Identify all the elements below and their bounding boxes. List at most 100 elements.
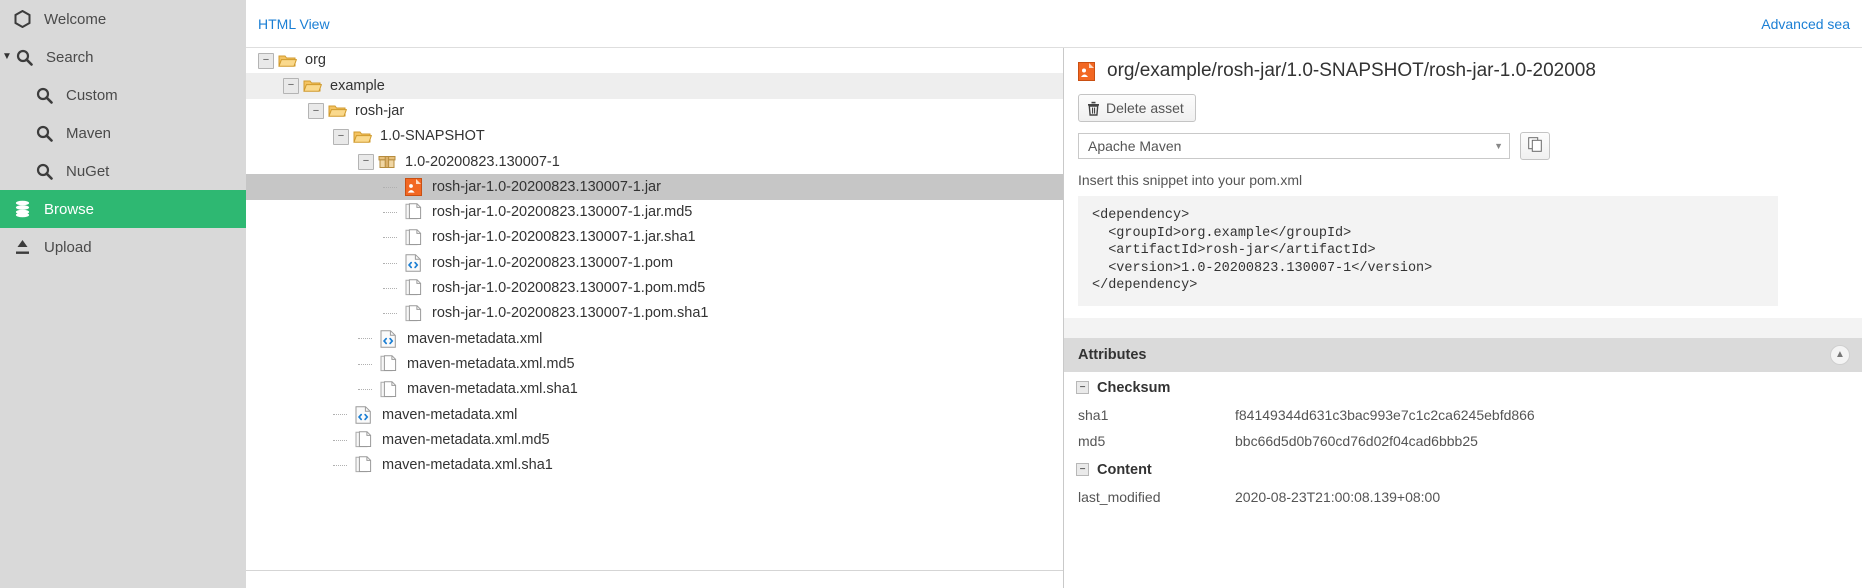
tree-row-label: maven-metadata.xml.sha1 — [407, 381, 578, 398]
asset-title-row: org/example/rosh-jar/1.0-SNAPSHOT/rosh-j… — [1064, 48, 1862, 90]
chevron-down-icon[interactable]: ▼ — [2, 52, 16, 62]
tree-folder-row[interactable]: − 1.0-20200823.130007-1 — [246, 149, 1063, 174]
tree-file-row[interactable]: rosh-jar-1.0-20200823.130007-1.jar.sha1 — [246, 225, 1063, 250]
group-collapse-toggle[interactable]: − — [1076, 381, 1089, 394]
tree-row-label: maven-metadata.xml — [407, 330, 543, 347]
tree-row-label: rosh-jar — [355, 102, 405, 119]
group-collapse-toggle[interactable]: − — [1076, 463, 1089, 476]
file-icon — [405, 203, 425, 221]
attribute-row: last_modified 2020-08-23T21:00:08.139+08:… — [1064, 484, 1862, 510]
copy-snippet-button[interactable] — [1520, 132, 1550, 160]
tree-collapse-toggle[interactable]: − — [308, 103, 324, 120]
tree-row-label: rosh-jar-1.0-20200823.130007-1.jar.sha1 — [432, 229, 696, 246]
tree-row-label: rosh-jar-1.0-20200823.130007-1.jar — [432, 178, 661, 195]
delete-asset-button[interactable]: Delete asset — [1078, 94, 1196, 122]
tree-connector — [383, 262, 397, 264]
attribute-key: md5 — [1078, 432, 1106, 449]
pom-snippet-code[interactable]: <dependency> <groupId>org.example</group… — [1078, 196, 1778, 306]
chevron-up-icon[interactable]: ▲ — [1830, 344, 1850, 365]
nexus-repository-browse-page: Welcome ▼ Search Custom Maven NuGet Browse Uplo… — [0, 0, 1862, 588]
advanced-search-link[interactable]: Advanced sea — [1761, 16, 1850, 32]
jar-icon — [1078, 61, 1098, 81]
tree-collapse-toggle[interactable]: − — [283, 77, 299, 94]
search-icon — [16, 49, 42, 66]
xml-icon — [405, 254, 425, 272]
folder-open-icon — [353, 128, 373, 146]
tree-file-row[interactable]: maven-metadata.xml.sha1 — [246, 453, 1063, 478]
xml-icon — [380, 330, 400, 348]
sidebar-item-custom[interactable]: Custom — [0, 76, 246, 114]
hexagon-icon — [14, 10, 40, 28]
sidebar-item-welcome[interactable]: Welcome — [0, 0, 246, 38]
tree-row-label: org — [305, 52, 326, 69]
file-icon — [405, 279, 425, 297]
folder-open-icon — [303, 77, 323, 95]
tree-collapse-toggle[interactable]: − — [333, 128, 349, 145]
tree-file-row[interactable]: maven-metadata.xml — [246, 402, 1063, 427]
attribute-group-header[interactable]: − Checksum — [1064, 372, 1862, 402]
search-icon — [36, 87, 62, 104]
tree-file-row[interactable]: rosh-jar-1.0-20200823.130007-1.pom — [246, 250, 1063, 275]
tree-folder-row[interactable]: − 1.0-SNAPSHOT — [246, 124, 1063, 149]
format-select[interactable]: Apache Maven ▼ — [1078, 133, 1510, 159]
tree-file-row[interactable]: rosh-jar-1.0-20200823.130007-1.pom.sha1 — [246, 301, 1063, 326]
tree-file-row[interactable]: rosh-jar-1.0-20200823.130007-1.pom.md5 — [246, 276, 1063, 301]
file-icon — [355, 456, 375, 474]
tree-row-label: maven-metadata.xml.md5 — [382, 431, 550, 448]
tree-file-row[interactable]: maven-metadata.xml.sha1 — [246, 377, 1063, 402]
tree-collapse-toggle[interactable]: − — [358, 153, 374, 170]
tree-file-row[interactable]: maven-metadata.xml.md5 — [246, 427, 1063, 452]
attribute-row: md5 bbc66d5d0b760cd76d02f04cad6bbb25 — [1064, 428, 1862, 454]
tree-folder-row[interactable]: − rosh-jar — [246, 99, 1063, 124]
tree-file-row[interactable]: maven-metadata.xml — [246, 326, 1063, 351]
sidebar-item-label: Maven — [66, 124, 112, 142]
repository-tree-panel[interactable]: − org − example − rosh-jar −1.0-SNAPSHOT −1.0-2… — [246, 48, 1064, 588]
file-icon — [405, 304, 425, 323]
sidebar-item-upload[interactable]: Upload — [0, 228, 246, 266]
file-icon — [355, 431, 375, 449]
tree-file-row[interactable]: rosh-jar-1.0-20200823.130007-1.jar — [246, 174, 1063, 200]
sidebar-item-search[interactable]: ▼ Search — [0, 38, 246, 76]
tree-file-row[interactable]: maven-metadata.xml.md5 — [246, 352, 1063, 377]
sidebar-item-browse[interactable]: Browse — [0, 190, 246, 228]
tree-file-row[interactable]: rosh-jar-1.0-20200823.130007-1.jar.md5 — [246, 200, 1063, 225]
tree-bottom-bar — [246, 570, 1063, 588]
attribute-group-header[interactable]: − Content — [1064, 454, 1862, 484]
file-icon — [405, 228, 425, 247]
folder-open-icon — [278, 52, 298, 70]
tree-connector — [333, 414, 347, 416]
tree-row-label: rosh-jar-1.0-20200823.130007-1.pom — [432, 254, 674, 271]
database-icon — [14, 200, 40, 218]
sidebar-item-label: Custom — [66, 86, 118, 104]
tree-connector — [383, 211, 397, 213]
attribute-row: sha1 f84149344d631c3bac993e7c1c2ca6245ebf… — [1064, 402, 1862, 428]
section-divider — [1064, 317, 1862, 338]
sidebar-item-label: Browse — [44, 200, 95, 218]
attribute-groups: − Checksum sha1 f84149344d631c3bac993e7c1c2… — [1064, 372, 1862, 510]
sidebar-item-maven[interactable]: Maven — [0, 114, 246, 152]
tree-folder-row[interactable]: − example — [246, 73, 1063, 99]
attribute-group-label: Checksum — [1097, 379, 1171, 396]
sidebar-item-label: NuGet — [66, 162, 110, 180]
tree-folder-row[interactable]: − org — [246, 48, 1063, 73]
tree-connector — [358, 389, 372, 390]
sidebar-item-nuget[interactable]: NuGet — [0, 152, 246, 190]
upload-icon — [14, 239, 40, 256]
trash-icon — [1087, 101, 1100, 116]
tree-collapse-toggle[interactable]: − — [258, 52, 274, 69]
snippet-hint: Insert this snippet into your pom.xml — [1078, 172, 1303, 188]
html-view-link[interactable]: HTML View — [258, 16, 330, 32]
tree-row-label: maven-metadata.xml — [382, 406, 518, 423]
top-toolbar: HTML View Advanced sea — [246, 0, 1862, 48]
tree-row-label: maven-metadata.xml.sha1 — [382, 457, 553, 474]
